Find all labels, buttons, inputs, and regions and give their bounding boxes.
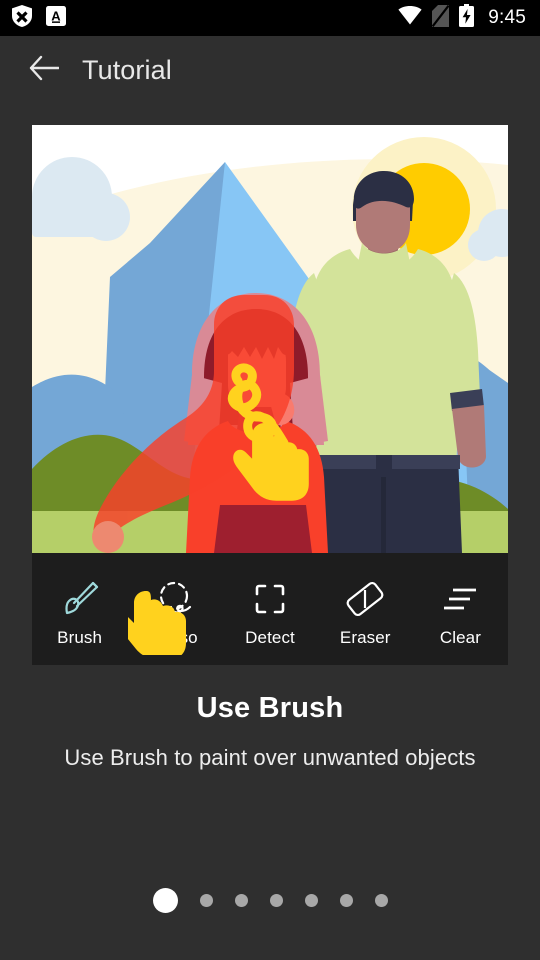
letter-a-box-icon: A — [46, 5, 66, 32]
brush-icon — [58, 577, 102, 621]
page-title: Tutorial — [82, 54, 172, 85]
detect-icon — [248, 577, 292, 621]
pagination-dot[interactable] — [269, 893, 283, 907]
pagination-dot[interactable] — [152, 887, 178, 913]
tool-eraser[interactable]: Eraser — [318, 553, 413, 665]
tool-label: Brush — [57, 627, 103, 647]
status-bar: A 9:45 — [0, 0, 540, 36]
arrow-back-icon — [29, 55, 60, 86]
tool-label: Clear — [439, 627, 481, 647]
editor-toolbar: Brush Lasso Detect Eraser Clear — [32, 553, 508, 665]
tool-brush[interactable]: Brush — [32, 553, 127, 665]
tutorial-subtitle: Use Brush to paint over unwanted objects — [64, 745, 476, 770]
sim-card-off-icon — [431, 4, 450, 32]
status-bar-clock: 9:45 — [488, 7, 526, 28]
tutorial-illustration — [32, 125, 508, 553]
tool-lasso[interactable]: Lasso — [127, 553, 222, 665]
tutorial-title: Use Brush — [196, 692, 344, 724]
tutorial-screen: A 9:45 Tutorial Brush Lasso Detect Erase… — [0, 0, 540, 960]
pagination-dot[interactable] — [234, 893, 248, 907]
pagination-dot[interactable] — [199, 893, 213, 907]
bottom-spacer — [0, 938, 540, 960]
shield-x-icon — [12, 4, 32, 32]
svg-text:A: A — [51, 8, 61, 23]
tool-label: Detect — [245, 627, 295, 647]
lasso-icon — [153, 577, 197, 621]
eraser-icon — [343, 577, 387, 621]
tool-detect[interactable]: Detect — [222, 553, 317, 665]
illustration-artwork — [32, 125, 508, 553]
battery-charging-icon — [459, 4, 475, 32]
pagination-dot[interactable] — [339, 893, 353, 907]
status-bar-right-icons: 9:45 — [398, 4, 526, 32]
back-button[interactable] — [16, 42, 72, 98]
tool-clear[interactable]: Clear — [413, 553, 508, 665]
wifi-icon — [398, 6, 422, 30]
app-bar: Tutorial — [0, 36, 540, 104]
tool-label: Lasso — [151, 627, 198, 647]
tool-label: Eraser — [339, 627, 391, 647]
pagination-dot[interactable] — [374, 893, 388, 907]
status-bar-left-icons: A — [12, 4, 66, 32]
pagination-dot[interactable] — [304, 893, 318, 907]
pagination-dots[interactable] — [0, 884, 540, 916]
tutorial-card: Brush Lasso Detect Eraser Clear — [32, 125, 508, 665]
clear-icon — [438, 577, 482, 621]
